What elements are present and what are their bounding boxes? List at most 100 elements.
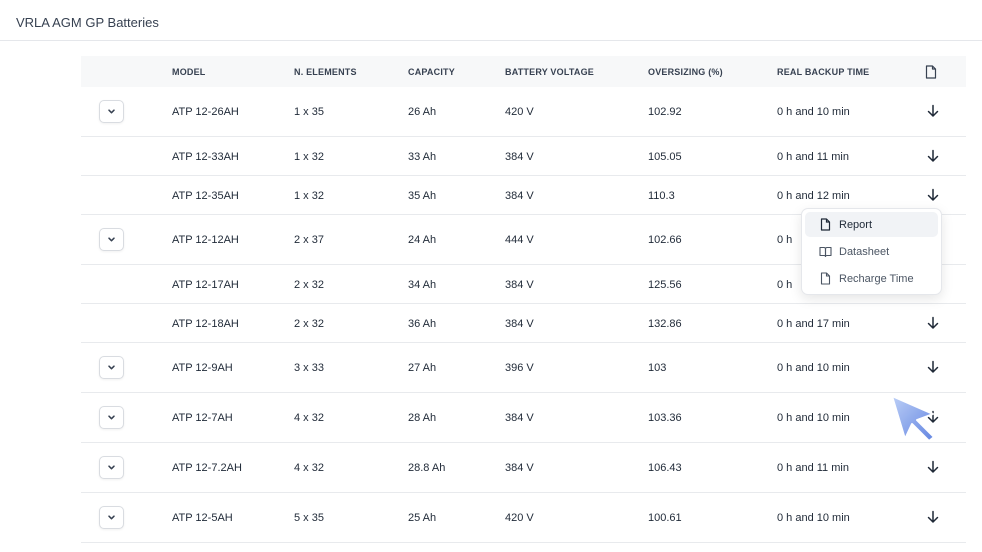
menu-item-datasheet[interactable]: Datasheet bbox=[805, 239, 938, 264]
cell-backup: 0 h and 10 min bbox=[777, 512, 850, 524]
cell-backup: 0 h bbox=[777, 234, 793, 246]
download-arrow-icon[interactable] bbox=[926, 510, 940, 524]
chevron-down-icon bbox=[108, 515, 115, 520]
expand-row-button[interactable] bbox=[99, 456, 124, 479]
cell-backup: 0 h and 11 min bbox=[777, 151, 849, 163]
chevron-down-icon bbox=[108, 237, 115, 242]
cell-oversizing: 132.86 bbox=[648, 318, 682, 330]
page-header: VRLA AGM GP Batteries bbox=[0, 0, 982, 41]
cell-oversizing: 125.56 bbox=[648, 279, 682, 291]
download-arrow-icon[interactable] bbox=[926, 460, 940, 474]
cell-backup: 0 h bbox=[777, 279, 793, 291]
cell-backup: 0 h and 11 min bbox=[777, 462, 849, 474]
cell-oversizing: 106.43 bbox=[648, 462, 682, 474]
menu-item-report[interactable]: Report bbox=[805, 212, 938, 237]
cell-elements: 3 x 33 bbox=[294, 362, 324, 374]
cell-voltage: 444 V bbox=[505, 234, 534, 246]
cell-model: ATP 12-17AH bbox=[172, 279, 239, 291]
cell-oversizing: 100.61 bbox=[648, 512, 682, 524]
page-title: VRLA AGM GP Batteries bbox=[16, 15, 159, 30]
expand-row-button[interactable] bbox=[99, 100, 124, 123]
document-icon[interactable] bbox=[925, 65, 937, 79]
document-icon bbox=[820, 272, 831, 285]
table-row: ATP 12-5AH 5 x 35 25 Ah 420 V 100.61 0 h and … bbox=[81, 493, 966, 543]
chevron-down-icon bbox=[108, 465, 115, 470]
expand-row-button[interactable] bbox=[99, 406, 124, 429]
cell-backup: 0 h and 10 min bbox=[777, 362, 850, 374]
download-arrow-icon[interactable] bbox=[926, 149, 940, 163]
download-arrow-icon[interactable] bbox=[926, 360, 940, 374]
table-body: ATP 12-26AH 1 x 35 26 Ah 420 V 102.92 0 h and… bbox=[81, 87, 966, 543]
cell-model: ATP 12-18AH bbox=[172, 318, 239, 330]
cell-elements: 1 x 35 bbox=[294, 106, 324, 118]
header-model: MODEL bbox=[172, 67, 206, 77]
table-row: ATP 12-7.2AH 4 x 32 28.8 Ah 384 V 106.43 0 h … bbox=[81, 443, 966, 493]
cell-model: ATP 12-33AH bbox=[172, 151, 239, 163]
expand-row-button[interactable] bbox=[99, 506, 124, 529]
cell-oversizing: 102.92 bbox=[648, 106, 682, 118]
table-row: ATP 12-9AH 3 x 33 27 Ah 396 V 103 0 h and 10 … bbox=[81, 343, 966, 393]
header-oversizing: OVERSIZING (%) bbox=[648, 67, 723, 77]
cell-voltage: 384 V bbox=[505, 412, 534, 424]
cell-capacity: 33 Ah bbox=[408, 151, 437, 163]
cell-elements: 1 x 32 bbox=[294, 151, 324, 163]
cell-oversizing: 103 bbox=[648, 362, 667, 374]
mouse-cursor-icon bbox=[891, 395, 935, 442]
chevron-down-icon bbox=[108, 109, 115, 114]
expand-row-button[interactable] bbox=[99, 356, 124, 379]
cell-backup: 0 h and 17 min bbox=[777, 318, 850, 330]
cell-model: ATP 12-5AH bbox=[172, 512, 233, 524]
cell-backup: 0 h and 10 min bbox=[777, 412, 850, 424]
cell-model: ATP 12-7AH bbox=[172, 412, 233, 424]
table-row: ATP 12-18AH 2 x 32 36 Ah 384 V 132.86 0 h and… bbox=[81, 304, 966, 343]
chevron-down-icon bbox=[108, 415, 115, 420]
chevron-down-icon bbox=[108, 365, 115, 370]
cell-elements: 5 x 35 bbox=[294, 512, 324, 524]
cell-oversizing: 110.3 bbox=[648, 190, 675, 202]
menu-item-label: Recharge Time bbox=[839, 272, 914, 285]
cell-elements: 2 x 32 bbox=[294, 318, 324, 330]
cell-elements: 4 x 32 bbox=[294, 462, 324, 474]
cell-backup: 0 h and 12 min bbox=[777, 190, 850, 202]
cell-model: ATP 12-7.2AH bbox=[172, 462, 242, 474]
cell-elements: 2 x 37 bbox=[294, 234, 324, 246]
expand-row-button[interactable] bbox=[99, 228, 124, 251]
cell-elements: 4 x 32 bbox=[294, 412, 324, 424]
cell-model: ATP 12-26AH bbox=[172, 106, 239, 118]
download-arrow-icon[interactable] bbox=[926, 316, 940, 330]
cell-voltage: 396 V bbox=[505, 362, 534, 374]
book-icon bbox=[819, 246, 832, 258]
table-row: ATP 12-33AH 1 x 32 33 Ah 384 V 105.05 0 h and… bbox=[81, 137, 966, 176]
header-capacity: CAPACITY bbox=[408, 67, 455, 77]
cell-voltage: 384 V bbox=[505, 318, 534, 330]
cell-capacity: 35 Ah bbox=[408, 190, 437, 202]
cell-voltage: 384 V bbox=[505, 151, 534, 163]
batteries-table: MODEL N. ELEMENTS CAPACITY BATTERY VOLTA… bbox=[81, 56, 966, 543]
cell-voltage: 384 V bbox=[505, 462, 534, 474]
cell-capacity: 36 Ah bbox=[408, 318, 437, 330]
table-header: MODEL N. ELEMENTS CAPACITY BATTERY VOLTA… bbox=[81, 56, 966, 87]
cell-voltage: 384 V bbox=[505, 279, 534, 291]
header-elements: N. ELEMENTS bbox=[294, 67, 357, 77]
cell-elements: 1 x 32 bbox=[294, 190, 324, 202]
header-voltage: BATTERY VOLTAGE bbox=[505, 67, 595, 77]
cell-capacity: 26 Ah bbox=[408, 106, 437, 118]
download-menu: Report Datasheet Recharge Time bbox=[801, 208, 942, 295]
document-icon bbox=[820, 218, 831, 231]
cell-oversizing: 103.36 bbox=[648, 412, 682, 424]
cell-voltage: 384 V bbox=[505, 190, 534, 202]
cell-model: ATP 12-9AH bbox=[172, 362, 233, 374]
cell-backup: 0 h and 10 min bbox=[777, 106, 850, 118]
cell-capacity: 28 Ah bbox=[408, 412, 437, 424]
cell-oversizing: 102.66 bbox=[648, 234, 682, 246]
cell-capacity: 25 Ah bbox=[408, 512, 437, 524]
download-arrow-icon[interactable] bbox=[926, 104, 940, 118]
cell-capacity: 24 Ah bbox=[408, 234, 437, 246]
cell-capacity: 28.8 Ah bbox=[408, 462, 446, 474]
download-arrow-icon[interactable] bbox=[926, 188, 940, 202]
cell-elements: 2 x 32 bbox=[294, 279, 324, 291]
cell-capacity: 27 Ah bbox=[408, 362, 437, 374]
menu-item-recharge-time[interactable]: Recharge Time bbox=[805, 266, 938, 291]
cell-voltage: 420 V bbox=[505, 106, 534, 118]
table-row: ATP 12-7AH 4 x 32 28 Ah 384 V 103.36 0 h and … bbox=[81, 393, 966, 443]
